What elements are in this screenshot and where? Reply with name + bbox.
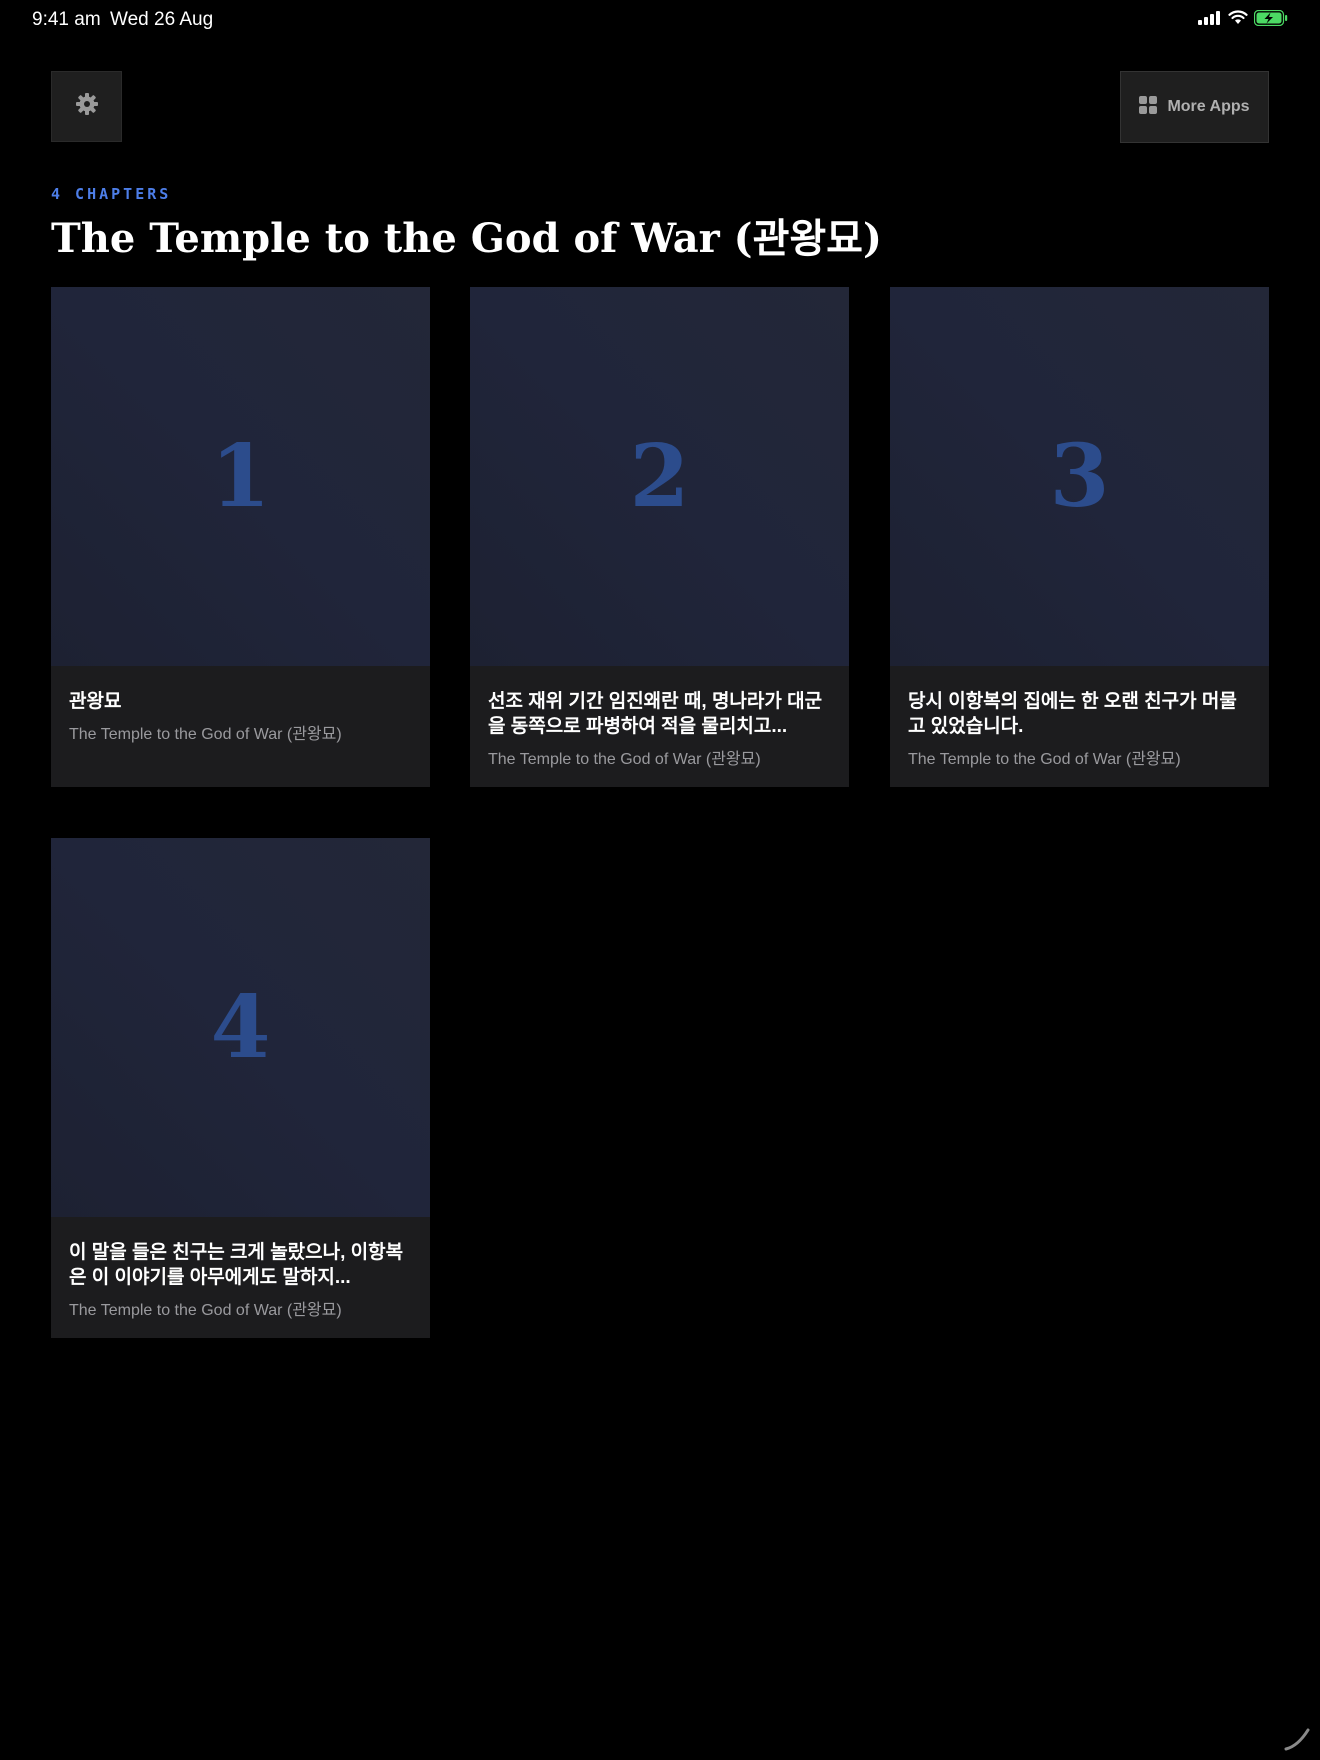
- status-bar: 9:41 am Wed 26 Aug: [0, 0, 1320, 40]
- chapter-title: 이 말을 들은 친구는 크게 놀랐으나, 이항복은 이 이야기를 아무에게도 말…: [69, 1242, 404, 1288]
- chapter-number: 3: [1049, 426, 1110, 527]
- page-title: The Temple to the God of War (관왕묘): [51, 215, 882, 262]
- chapter-title: 선조 재위 기간 임진왜란 때, 명나라가 대군을 동쪽으로 파병하여 적을 물…: [488, 691, 823, 737]
- chapter-card-1[interactable]: 1 관왕묘 The Temple to the God of War (관왕묘): [51, 287, 430, 787]
- chapter-thumbnail: 1: [51, 287, 430, 666]
- chapter-info: 당시 이항복의 집에는 한 오랜 친구가 머물고 있었습니다. The Temp…: [908, 689, 1253, 769]
- chapters-count: 4 CHAPTERS: [51, 185, 172, 203]
- wifi-icon: [1228, 10, 1248, 30]
- status-icons: [1198, 9, 1288, 31]
- chapter-title: 당시 이항복의 집에는 한 오랜 친구가 머물고 있었습니다.: [908, 691, 1237, 737]
- chapter-number: 2: [629, 426, 690, 527]
- gear-icon: [75, 92, 99, 121]
- scroll-indicator-icon: [1282, 1722, 1312, 1752]
- more-apps-button[interactable]: More Apps: [1120, 71, 1269, 143]
- chapter-thumbnail: 2: [470, 287, 849, 666]
- status-date: Wed 26 Aug: [110, 9, 214, 30]
- battery-charging-icon: [1253, 9, 1288, 31]
- chapter-card-4[interactable]: 4 이 말을 들은 친구는 크게 놀랐으나, 이항복은 이 이야기를 아무에게도…: [51, 838, 430, 1338]
- cellular-signal-icon: [1198, 10, 1222, 30]
- chapter-title: 관왕묘: [69, 691, 122, 712]
- chapter-number: 4: [210, 977, 271, 1078]
- settings-button[interactable]: [51, 71, 122, 142]
- chapter-number: 1: [210, 426, 271, 527]
- chapter-card-3[interactable]: 3 당시 이항복의 집에는 한 오랜 친구가 머물고 있었습니다. The Te…: [890, 287, 1269, 787]
- chapter-subtitle: The Temple to the God of War (관왕묘): [69, 726, 342, 743]
- chapter-subtitle: The Temple to the God of War (관왕묘): [908, 751, 1181, 768]
- chapter-info: 관왕묘 The Temple to the God of War (관왕묘): [69, 689, 414, 744]
- chapter-thumbnail: 4: [51, 838, 430, 1217]
- status-time: 9:41 am: [32, 9, 101, 30]
- chapter-subtitle: The Temple to the God of War (관왕묘): [69, 1302, 342, 1319]
- chapter-info: 선조 재위 기간 임진왜란 때, 명나라가 대군을 동쪽으로 파병하여 적을 물…: [488, 689, 833, 769]
- chapter-thumbnail: 3: [890, 287, 1269, 666]
- chapter-info: 이 말을 들은 친구는 크게 놀랐으나, 이항복은 이 이야기를 아무에게도 말…: [69, 1240, 414, 1320]
- chapter-subtitle: The Temple to the God of War (관왕묘): [488, 751, 761, 768]
- chapter-card-2[interactable]: 2 선조 재위 기간 임진왜란 때, 명나라가 대군을 동쪽으로 파병하여 적을…: [470, 287, 849, 787]
- grid-icon: [1139, 95, 1158, 119]
- more-apps-label: More Apps: [1167, 98, 1250, 115]
